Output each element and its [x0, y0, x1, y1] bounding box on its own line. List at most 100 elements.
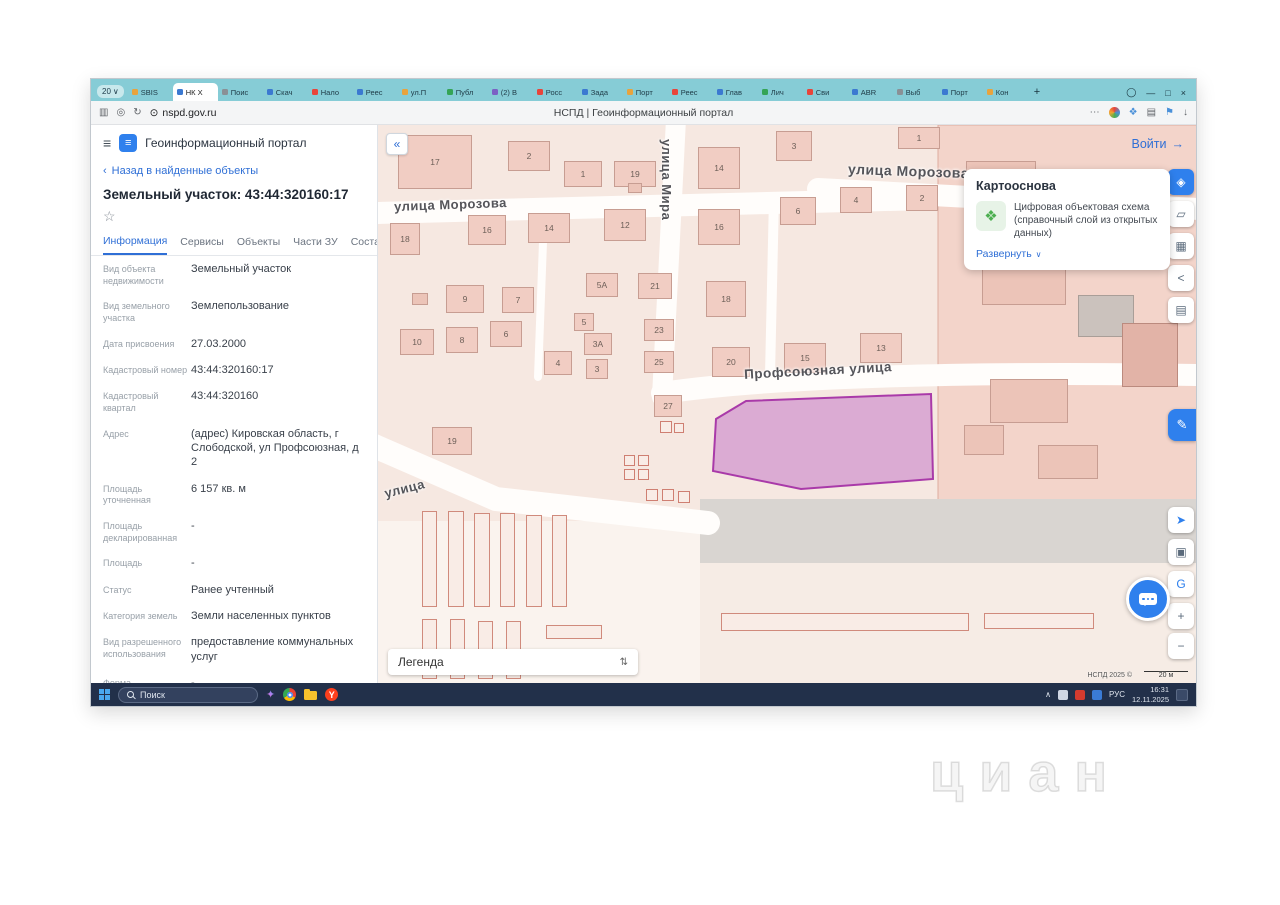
map-parcel[interactable]: 21 — [638, 273, 672, 299]
map-parcel[interactable]: 3 — [586, 359, 608, 379]
tab-services[interactable]: Сервисы — [180, 232, 224, 254]
map-parcel[interactable]: 1 — [898, 127, 940, 149]
profile-avatar[interactable] — [1109, 107, 1120, 118]
map-parcel[interactable]: 2 — [508, 141, 550, 171]
shield-icon[interactable]: ◎ — [116, 107, 125, 118]
chat-assistant-button[interactable] — [1126, 577, 1170, 621]
browser-tab[interactable]: Лич — [758, 83, 803, 101]
map-parcel[interactable]: 13 — [860, 333, 902, 363]
map-parcel[interactable]: 19 — [432, 427, 472, 455]
browser-tab[interactable]: Реес — [353, 83, 398, 101]
browser-tab[interactable]: Сви — [803, 83, 848, 101]
zoom-in-button[interactable]: + — [1168, 603, 1194, 629]
share-button[interactable]: < — [1168, 265, 1194, 291]
map-parcel[interactable]: 16 — [468, 215, 506, 245]
explorer-icon[interactable] — [304, 691, 317, 700]
tray-caret-icon[interactable]: ∧ — [1045, 690, 1051, 699]
feedback-tab-button[interactable]: ✎ — [1168, 409, 1196, 441]
copilot-icon[interactable]: ✦ — [266, 688, 275, 701]
legend-sort-icon[interactable]: ⇅ — [620, 657, 628, 668]
taskbar-search[interactable]: Поиск — [118, 687, 258, 703]
map-parcel[interactable]: 25 — [644, 351, 674, 373]
clock[interactable]: 16:31 12.11.2025 — [1132, 685, 1169, 704]
map-parcel[interactable]: 3 — [776, 131, 812, 161]
browser-tab[interactable]: Зада — [578, 83, 623, 101]
print-button[interactable]: ▤ — [1168, 297, 1194, 323]
browser-tab[interactable]: Реес — [668, 83, 713, 101]
profile-icon[interactable]: ◯ — [1126, 87, 1136, 98]
alert-tray-icon[interactable] — [1075, 690, 1085, 700]
hamburger-menu-icon[interactable]: ≡ — [103, 135, 111, 151]
browser-tab[interactable]: Поис — [218, 83, 263, 101]
browser-tab[interactable]: Публ — [443, 83, 488, 101]
tab-objects[interactable]: Объекты — [237, 232, 280, 254]
bookmark-flag-icon[interactable]: ⚑ — [1165, 107, 1174, 118]
network-tray-icon[interactable] — [1092, 690, 1102, 700]
map-parcel[interactable]: 27 — [654, 395, 682, 417]
browser-tab[interactable]: Кон — [983, 83, 1028, 101]
close-button[interactable]: × — [1181, 88, 1186, 98]
tab-count-chip[interactable]: 20 ∨ — [97, 85, 124, 98]
display-tray-icon[interactable] — [1058, 690, 1068, 700]
zoom-out-button[interactable]: − — [1168, 633, 1194, 659]
map-canvas[interactable]: 17 2 1 19 14 3 1 6 4 2 16 18 16 14 12 18… — [378, 125, 1196, 683]
map-parcel[interactable]: 10 — [400, 329, 434, 355]
language-indicator[interactable]: РУС — [1109, 690, 1125, 699]
map-parcel[interactable]: 18 — [390, 223, 420, 255]
sidebar-toggle-icon[interactable]: ▥ — [99, 107, 108, 118]
login-button[interactable]: Войти → — [1132, 137, 1184, 151]
browser-tab[interactable]: Порт — [623, 83, 668, 101]
map-parcel[interactable]: 16 — [698, 209, 740, 245]
locate-button[interactable]: ➤ — [1168, 507, 1194, 533]
panel-collapse-button[interactable]: « — [386, 133, 408, 155]
map-parcel[interactable]: 5 — [574, 313, 594, 331]
favorite-star-icon[interactable]: ☆ — [103, 208, 116, 224]
chrome-icon[interactable] — [283, 688, 296, 701]
layers-button[interactable]: ◈ — [1168, 169, 1194, 195]
map-parcel[interactable]: 7 — [502, 287, 534, 313]
map-parcel[interactable]: 12 — [604, 209, 646, 241]
tab-parts[interactable]: Части ЗУ — [293, 232, 338, 254]
browser-tab-active[interactable]: НК Х — [173, 83, 218, 101]
site-info-icon[interactable]: ⊙ — [150, 107, 159, 119]
browser-tab[interactable]: ул.П — [398, 83, 443, 101]
browser-tab[interactable]: Порт — [938, 83, 983, 101]
map-parcel[interactable]: 3А — [584, 333, 612, 355]
browser-tab[interactable]: ABR — [848, 83, 893, 101]
map-parcel[interactable]: 6 — [490, 321, 522, 347]
geo-search-button[interactable]: G — [1168, 571, 1194, 597]
browser-tab[interactable]: Скач — [263, 83, 308, 101]
map-parcel[interactable]: 1 — [564, 161, 602, 187]
browser-tab[interactable]: Выб — [893, 83, 938, 101]
more-icon[interactable]: ⋯ — [1090, 107, 1100, 118]
map-parcel[interactable]: 4 — [544, 351, 572, 375]
map-parcel[interactable]: 17 — [398, 135, 472, 189]
map-parcel[interactable]: 4 — [840, 187, 872, 213]
download-icon[interactable]: ↓ — [1183, 107, 1188, 118]
tab-composition[interactable]: Соста — [351, 232, 378, 254]
selected-parcel[interactable] — [713, 394, 933, 489]
start-button[interactable] — [99, 689, 110, 700]
map-parcel[interactable]: 8 — [446, 327, 478, 353]
url-box[interactable]: ⊙ nspd.gov.ru — [150, 107, 217, 119]
minimize-button[interactable]: — — [1146, 88, 1155, 98]
measure-button[interactable]: ▱ — [1168, 201, 1194, 227]
map-parcel[interactable]: 23 — [644, 319, 674, 341]
map-parcel[interactable]: 9 — [446, 285, 484, 313]
map-parcel[interactable]: 2 — [906, 185, 938, 211]
map-parcel[interactable]: 6 — [780, 197, 816, 225]
expand-link[interactable]: Развернуть ∨ — [976, 248, 1158, 260]
browser-tab[interactable]: (2) В — [488, 83, 533, 101]
area-measure-button[interactable]: ▦ — [1168, 233, 1194, 259]
browser-tab[interactable]: Нало — [308, 83, 353, 101]
browser-tab[interactable]: SBIS — [128, 83, 173, 101]
maximize-button[interactable]: □ — [1165, 88, 1170, 98]
browser-tab[interactable]: Росс — [533, 83, 578, 101]
tab-information[interactable]: Информация — [103, 231, 167, 255]
map-parcel[interactable]: 18 — [706, 281, 746, 317]
notification-center-icon[interactable] — [1176, 689, 1188, 701]
new-tab-button[interactable]: + — [1028, 86, 1046, 101]
browser-tab[interactable]: Глав — [713, 83, 758, 101]
map-parcel[interactable]: 14 — [528, 213, 570, 243]
back-link[interactable]: ‹ Назад в найденные объекты — [91, 159, 377, 181]
